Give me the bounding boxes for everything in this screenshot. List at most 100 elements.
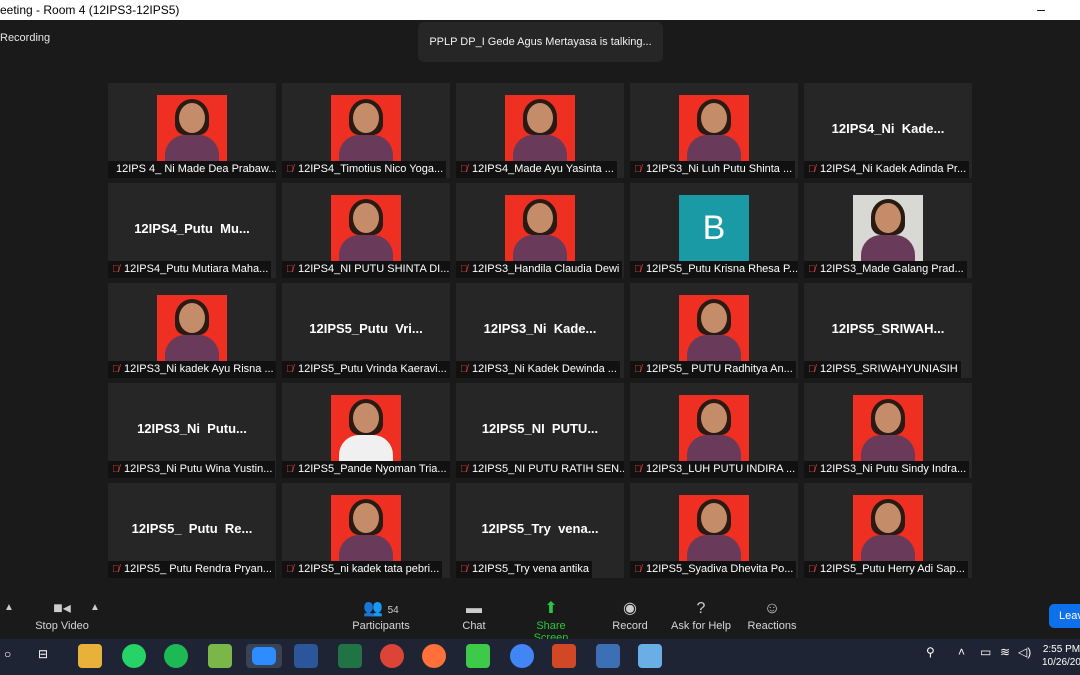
audio-options-caret[interactable]: ▲ — [4, 602, 14, 613]
people-icon[interactable]: ⚲ — [926, 645, 935, 659]
chrome-profile-icon[interactable] — [510, 644, 534, 668]
participants-button[interactable]: 👥 54 Participants — [350, 598, 412, 632]
participant-tile[interactable]: 12IPS3_Ni Kade... 🎙̸ 12IPS3_Ni Kadek Dewin… — [456, 283, 624, 378]
participant-video — [331, 195, 401, 261]
whatsapp-icon[interactable] — [122, 644, 146, 668]
muted-mic-icon: 🎙̸ — [112, 364, 120, 375]
participant-name-bar: 🎙̸ 12IPS3_LUH PUTU INDIRA ... — [630, 461, 798, 478]
participant-name: 12IPS5_ni kadek tata pebri... — [298, 563, 440, 575]
video-player-icon[interactable] — [596, 644, 620, 668]
muted-mic-icon: 🎙̸ — [460, 364, 468, 375]
muted-mic-icon: 🎙̸ — [460, 264, 468, 275]
participant-avatar: B — [679, 195, 749, 261]
maximize-button[interactable]: ☐ — [1062, 0, 1080, 20]
stop-video-button[interactable]: ■◂ Stop Video — [34, 598, 90, 632]
participant-name: 12IPS5_Putu Krisna Rhesa P... — [646, 263, 798, 275]
participant-tile[interactable]: 12IPS5_SRIWAH... 🎙̸ 12IPS5_SRIWAHYUNIASIH — [804, 283, 972, 378]
muted-mic-icon: 🎙̸ — [460, 464, 468, 475]
participant-name-bar: 🎙̸ 12IPS5_Putu Krisna Rhesa P... — [630, 261, 798, 278]
clock[interactable]: 2:55 PM 10/26/20 — [1042, 643, 1080, 669]
participant-name-bar: 🎙̸ 12IPS5_ni kadek tata pebri... — [282, 561, 443, 578]
participant-tile[interactable]: 12IPS 4_ Ni Made Dea Prabaw... — [108, 83, 276, 178]
participant-video — [505, 95, 575, 161]
window-title: eeting - Room 4 (12IPS3-12IPS5) — [0, 3, 180, 17]
participant-display-name: 12IPS4_Ni Kade... — [831, 121, 945, 136]
participant-tile[interactable]: 🎙̸ 12IPS3_Ni Putu Sindy Indra... — [804, 383, 972, 478]
task-view-icon[interactable]: ⊟ — [38, 647, 48, 661]
muted-mic-icon: 🎙̸ — [634, 164, 642, 175]
participant-tile[interactable]: 12IPS5_Putu Vri... 🎙̸ 12IPS5_Putu Vrinda K… — [282, 283, 450, 378]
file-explorer-icon[interactable] — [78, 644, 102, 668]
participant-video — [331, 395, 401, 461]
share-screen-button[interactable]: ⬆ Share Screen — [518, 598, 584, 644]
participant-tile[interactable]: 🎙̸ 12IPS5_Syadiva Dhevita Po... — [630, 483, 798, 578]
ask-for-help-button[interactable]: ? Ask for Help — [670, 598, 732, 632]
participant-tile[interactable]: 🎙̸ 12IPS5_Putu Herry Adi Sap... — [804, 483, 972, 578]
participants-count: 54 — [387, 605, 399, 616]
chrome-icon[interactable] — [380, 644, 404, 668]
participant-tile[interactable]: 🎙̸ 12IPS5_Pande Nyoman Tria... — [282, 383, 450, 478]
chevron-up-icon[interactable]: ˄ — [958, 645, 965, 659]
volume-icon[interactable]: ◁) — [1018, 645, 1031, 659]
participants-label: Participants — [352, 620, 410, 632]
participant-tile[interactable]: 12IPS3_Ni Putu... 🎙̸ 12IPS3_Ni Putu Wina Y… — [108, 383, 276, 478]
participant-name: 12IPS3_LUH PUTU INDIRA ... — [646, 463, 796, 475]
participant-display-name: 12IPS5_Try vena... — [481, 521, 599, 536]
participant-tile[interactable]: 🎙̸ 12IPS3_LUH PUTU INDIRA ... — [630, 383, 798, 478]
participant-tile[interactable]: 12IPS5_Try vena... 🎙̸ 12IPS5_Try vena anti… — [456, 483, 624, 578]
muted-mic-icon: 🎙̸ — [634, 564, 642, 575]
excel-icon[interactable] — [338, 644, 362, 668]
muted-mic-icon: 🎙̸ — [808, 564, 816, 575]
muted-mic-icon: 🎙̸ — [634, 464, 642, 475]
participant-video — [157, 295, 227, 361]
participant-tile[interactable]: 🎙̸ 12IPS3_Made Galang Prad... — [804, 183, 972, 278]
participant-name-bar: 🎙̸ 12IPS4_Putu Mutiara Maha... — [108, 261, 272, 278]
ask-for-help-label: Ask for Help — [671, 620, 731, 632]
muted-mic-icon: 🎙̸ — [286, 464, 294, 475]
participant-tile[interactable]: 🎙̸ 12IPS4_Timotius Nico Yoga... — [282, 83, 450, 178]
minimize-button[interactable]: – — [1018, 0, 1064, 20]
participant-tile[interactable]: 12IPS5_NI PUTU... 🎙̸ 12IPS5_NI PUTU RATIH … — [456, 383, 624, 478]
bluestacks-icon[interactable] — [208, 644, 232, 668]
participant-display-name: 12IPS5_NI PUTU... — [481, 421, 599, 436]
participant-name: 12IPS3_Ni Putu Wina Yustin... — [124, 463, 273, 475]
muted-mic-icon: 🎙̸ — [286, 164, 294, 175]
participant-tile[interactable]: 🎙̸ 12IPS3_Handila Claudia Dewi — [456, 183, 624, 278]
firefox-icon[interactable] — [422, 644, 446, 668]
participant-tile[interactable]: 🎙̸ 12IPS3_Ni kadek Ayu Risna ... — [108, 283, 276, 378]
participant-tile[interactable]: 12IPS5_ Putu Re... 🎙̸ 12IPS5_ Putu Rendra … — [108, 483, 276, 578]
participant-tile[interactable]: 12IPS4_Putu Mu... 🎙̸ 12IPS4_Putu Mutiara M… — [108, 183, 276, 278]
zoom-taskbar-icon[interactable] — [246, 644, 282, 668]
participant-display-name: 12IPS5_Putu Vri... — [309, 321, 423, 336]
participant-tile[interactable]: 🎙̸ 12IPS3_Ni Luh Putu Shinta ... — [630, 83, 798, 178]
participant-tile[interactable]: 🎙̸ 12IPS5_ni kadek tata pebri... — [282, 483, 450, 578]
participant-name-bar: 🎙̸ 12IPS5_SRIWAHYUNIASIH — [804, 361, 961, 378]
paint-icon[interactable] — [638, 644, 662, 668]
leave-button[interactable]: Leav — [1049, 604, 1080, 628]
spotify-icon[interactable] — [164, 644, 188, 668]
participant-display-name: 12IPS3_Ni Kade... — [483, 321, 597, 336]
participant-name-bar: 🎙̸ 12IPS5_ PUTU Radhitya An... — [630, 361, 796, 378]
powerpoint-icon[interactable] — [552, 644, 576, 668]
participant-video — [331, 95, 401, 161]
participant-name: 12IPS5_Syadiva Dhevita Po... — [646, 563, 794, 575]
participant-tile[interactable]: 🎙̸ 12IPS4_Made Ayu Yasinta ... — [456, 83, 624, 178]
chat-button[interactable]: ▬ Chat — [456, 598, 492, 632]
line-icon[interactable] — [466, 644, 490, 668]
participant-tile[interactable]: 12IPS4_Ni Kade... 🎙̸ 12IPS4_Ni Kadek Adind… — [804, 83, 972, 178]
participant-tile[interactable]: 🎙̸ 12IPS5_ PUTU Radhitya An... — [630, 283, 798, 378]
record-button[interactable]: ◉ Record — [610, 598, 650, 632]
participant-name: 12IPS4_Ni Kadek Adinda Pr... — [820, 163, 967, 175]
word-icon[interactable] — [294, 644, 318, 668]
participant-tile[interactable]: B 🎙̸ 12IPS5_Putu Krisna Rhesa P... — [630, 183, 798, 278]
video-options-caret[interactable]: ▲ — [90, 602, 100, 613]
participant-name: 12IPS3_Ni Putu Sindy Indra... — [820, 463, 967, 475]
participant-tile[interactable]: 🎙̸ 12IPS4_NI PUTU SHINTA DI... — [282, 183, 450, 278]
search-icon[interactable]: ○ — [4, 647, 11, 661]
wifi-icon[interactable]: ≋ — [1000, 645, 1010, 659]
battery-icon[interactable]: ▭ — [980, 645, 991, 659]
reactions-button[interactable]: ☺ Reactions — [746, 598, 798, 632]
participant-name: 12IPS4_Timotius Nico Yoga... — [298, 163, 444, 175]
muted-mic-icon: 🎙̸ — [808, 464, 816, 475]
participant-name-bar: 🎙̸ 12IPS3_Made Galang Prad... — [804, 261, 967, 278]
